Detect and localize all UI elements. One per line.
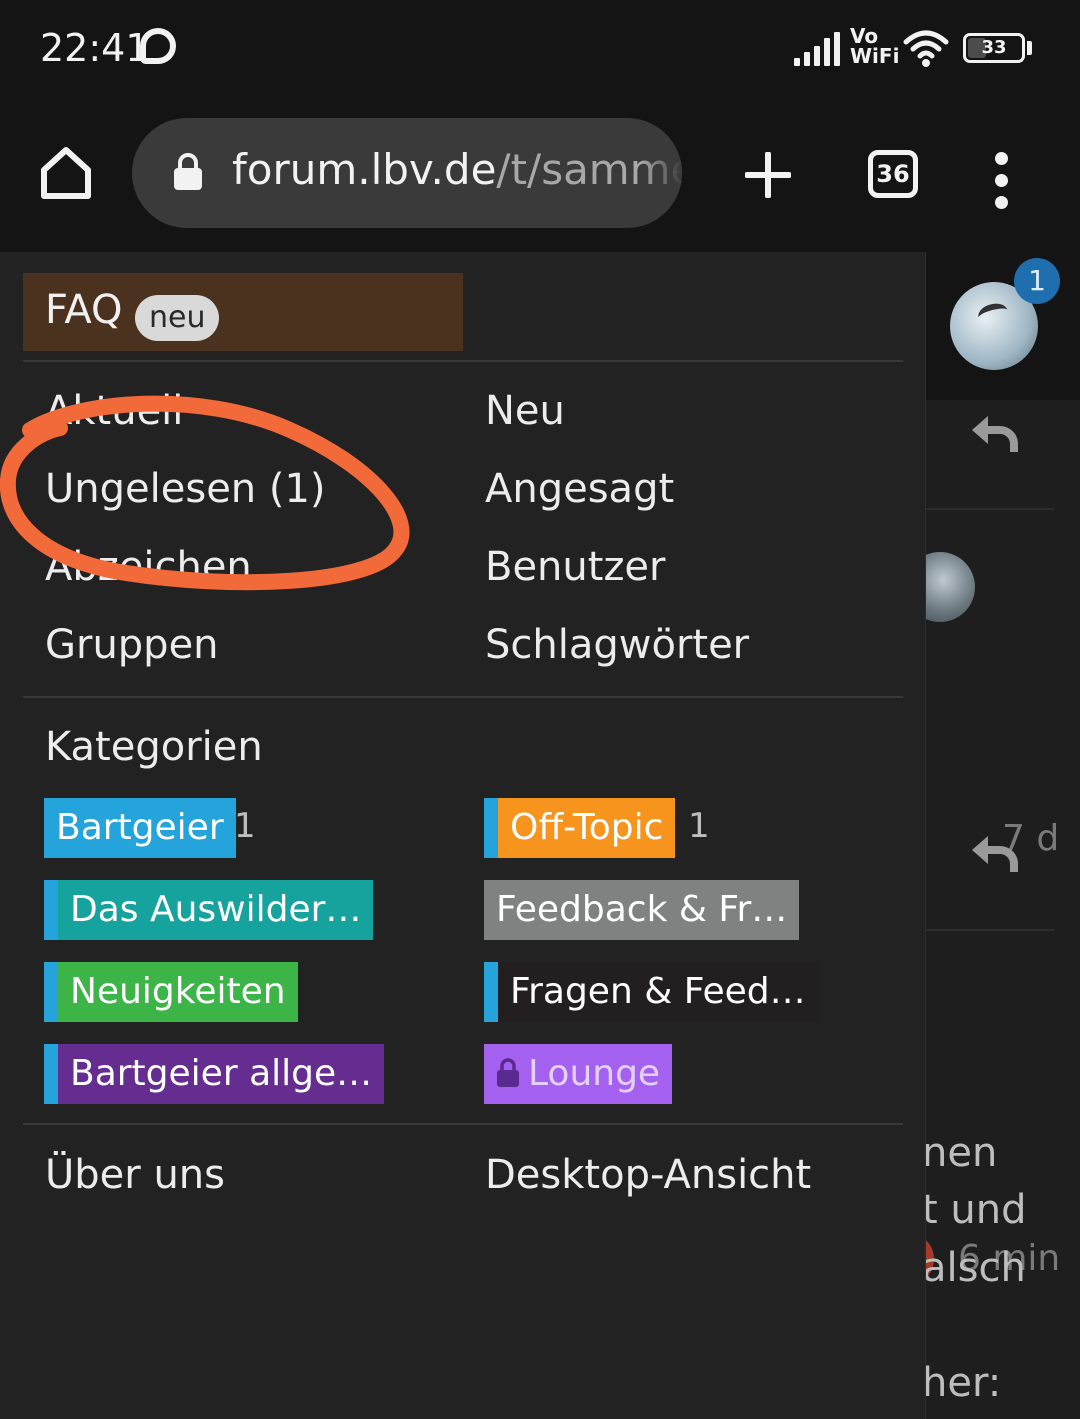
lock-icon: [174, 153, 202, 190]
battery-icon: 33: [963, 33, 1025, 63]
post-text: nen: [922, 1130, 998, 1176]
category-chip: Lounge: [484, 1044, 673, 1104]
vowifi-icon: Vo WiFi: [850, 24, 900, 68]
menu-divider: [23, 360, 903, 362]
category-count: 1: [234, 806, 256, 846]
url-domain: forum.lbv.de: [232, 145, 497, 194]
category-chip: Neuigkeiten: [58, 962, 298, 1022]
chat-notification-icon: [140, 28, 176, 64]
signal-strength-icon: [794, 30, 842, 66]
address-bar[interactable]: forum.lbv.de/t/samme: [132, 118, 682, 228]
post-text: alsch: [922, 1245, 1026, 1291]
category-chip: Bartgeier: [44, 798, 236, 858]
nav-link-top[interactable]: Angesagt: [485, 466, 674, 512]
status-time: 22:41: [40, 26, 150, 70]
nav-link-unread[interactable]: Ungelesen (1): [45, 466, 326, 512]
battery-tip: [1027, 41, 1032, 55]
nav-link-groups[interactable]: Gruppen: [45, 622, 219, 668]
categories-heading: Kategorien: [45, 724, 263, 770]
nav-link-badges[interactable]: Abzeichen: [45, 544, 252, 590]
lock-icon: [497, 1058, 519, 1087]
post-divider: [926, 929, 1054, 931]
nav-link-tags[interactable]: Schlagwörter: [485, 622, 749, 668]
category-label: Lounge: [528, 1053, 661, 1094]
faq-link[interactable]: FAQ neu: [23, 273, 463, 351]
menu-divider: [23, 696, 903, 698]
nav-link-users[interactable]: Benutzer: [485, 544, 666, 590]
nav-link-desktop-view[interactable]: Desktop-Ansicht: [485, 1152, 811, 1198]
nav-link-latest[interactable]: Aktuell: [45, 388, 183, 434]
category-chip: Das Auswilder…: [58, 880, 374, 940]
battery-level: 33: [981, 37, 1007, 58]
status-bar: 22:41 Vo WiFi 33: [0, 0, 1080, 100]
browser-toolbar: forum.lbv.de/t/samme 36: [0, 100, 1080, 252]
tab-switcher-button[interactable]: 36: [868, 150, 918, 198]
reply-icon[interactable]: [968, 832, 1020, 876]
category-chip: Feedback & Fr…: [484, 880, 800, 940]
wifi-icon: [903, 30, 949, 67]
nav-link-about[interactable]: Über uns: [45, 1152, 225, 1198]
category-chip: Off-Topic: [498, 798, 676, 858]
faq-label: FAQ: [45, 287, 123, 333]
reply-icon[interactable]: [968, 412, 1020, 456]
hamburger-menu-panel: FAQ neu Aktuell Ungelesen (1) Abzeichen …: [0, 252, 926, 1419]
post-divider: [926, 508, 1054, 510]
nav-link-new[interactable]: Neu: [485, 388, 565, 434]
post-text: her:: [922, 1360, 1002, 1406]
category-chip: Fragen & Feed…: [498, 962, 818, 1022]
url-text: forum.lbv.de/t/samme: [232, 145, 682, 194]
new-badge: neu: [135, 295, 220, 341]
category-count: 1: [688, 806, 710, 846]
home-icon[interactable]: [38, 146, 94, 200]
notification-badge[interactable]: 1: [1014, 258, 1060, 304]
new-tab-icon[interactable]: [745, 152, 791, 198]
menu-divider: [23, 1123, 903, 1125]
post-text: t und: [922, 1187, 1027, 1233]
more-options-icon[interactable]: [995, 152, 1009, 218]
category-chip: Bartgeier allge…: [58, 1044, 385, 1104]
